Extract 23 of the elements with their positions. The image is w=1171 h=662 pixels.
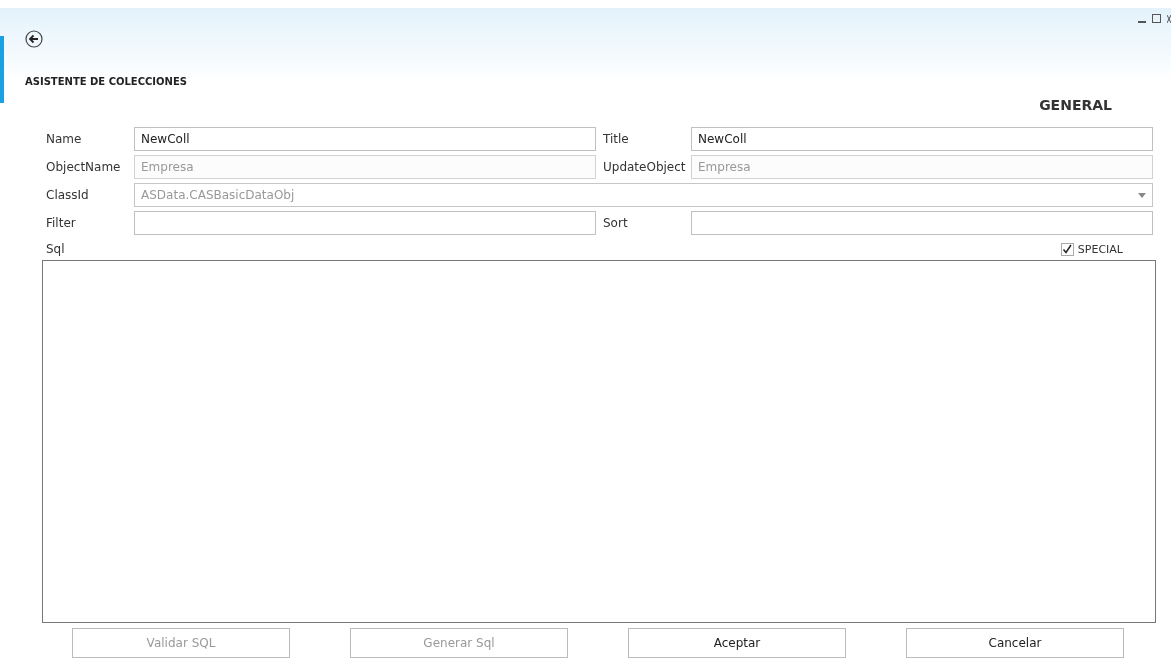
field-label: Name xyxy=(46,132,83,146)
input-field[interactable] xyxy=(691,211,1153,235)
checkmark-icon xyxy=(1062,244,1073,254)
close-icon[interactable] xyxy=(1167,14,1171,23)
section-heading: GENERAL xyxy=(1039,97,1112,113)
checkbox[interactable] xyxy=(1060,242,1074,256)
input-field[interactable] xyxy=(134,211,596,235)
action-button[interactable]: Aceptar xyxy=(628,628,846,658)
dropdown-caret-icon xyxy=(1138,192,1146,198)
input-field[interactable]: NewColl xyxy=(691,127,1153,151)
field-label: Sort xyxy=(603,216,629,230)
sql-label: Sql xyxy=(46,242,65,256)
action-button[interactable]: Cancelar xyxy=(906,628,1124,658)
field-label: ObjectName xyxy=(46,160,122,174)
input-field[interactable]: NewColl xyxy=(134,127,596,151)
maximize-icon[interactable] xyxy=(1152,14,1161,23)
window-title: ASISTENTE DE COLECCIONES xyxy=(25,76,188,87)
accent-bar xyxy=(0,36,4,103)
field-label: Filter xyxy=(46,216,77,230)
checkbox-label: SPECIAL xyxy=(1077,242,1123,256)
field-label: Title xyxy=(603,132,630,146)
field-label: ClassId xyxy=(46,188,90,202)
field-label: UpdateObject xyxy=(603,160,687,174)
